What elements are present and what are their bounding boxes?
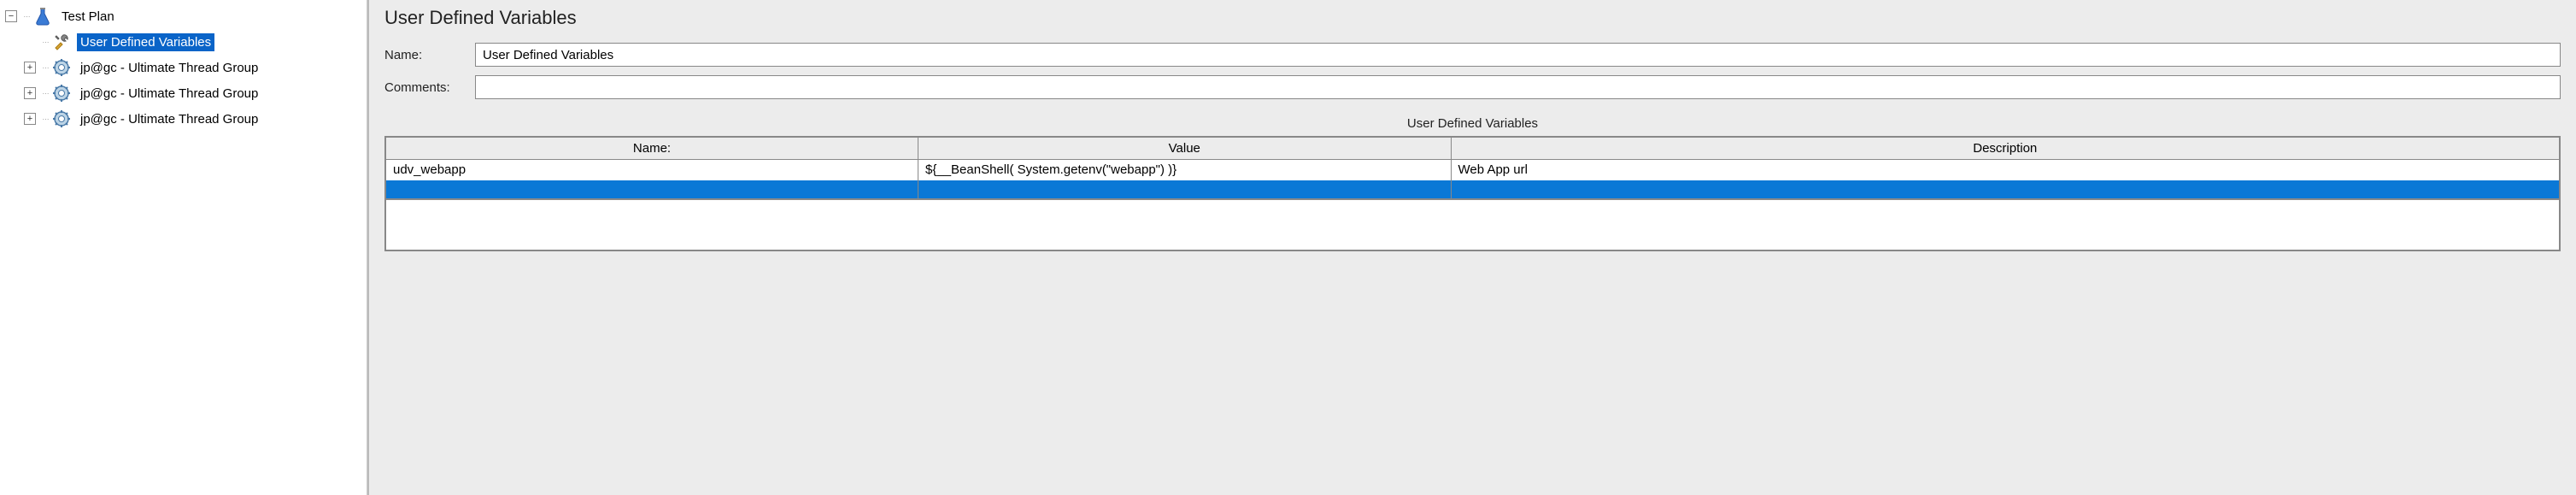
cell-name[interactable] bbox=[385, 180, 918, 199]
cell-value[interactable] bbox=[918, 180, 1452, 199]
comments-row: Comments: bbox=[384, 75, 2561, 99]
panel-title: User Defined Variables bbox=[384, 7, 2561, 29]
tree-root-test-plan[interactable]: − ⋯ Test Plan bbox=[0, 3, 367, 29]
expand-icon[interactable]: + bbox=[24, 87, 36, 99]
tree-connector: ⋯ bbox=[39, 90, 51, 97]
table-row[interactable]: udv_webapp ${__BeanShell( System.getenv(… bbox=[385, 160, 2560, 180]
name-input[interactable] bbox=[475, 43, 2561, 67]
col-header-description[interactable]: Description bbox=[1451, 137, 2560, 160]
name-row: Name: bbox=[384, 43, 2561, 67]
cell-description[interactable]: Web App url bbox=[1451, 160, 2560, 180]
cell-name[interactable]: udv_webapp bbox=[385, 160, 918, 180]
table-header-row: Name: Value Description bbox=[385, 137, 2560, 160]
tree-item-label: User Defined Variables bbox=[77, 33, 214, 51]
gear-icon bbox=[51, 83, 72, 103]
tree-connector: ⋯ bbox=[21, 13, 32, 21]
tree-item-threadgroup-1[interactable]: + ⋯ jp@gc - Ultimate Thread Group bbox=[0, 55, 367, 80]
tools-icon bbox=[51, 32, 72, 52]
tree-item-udv[interactable]: ⋯ User Defined Variables bbox=[0, 29, 367, 55]
tree-item-threadgroup-3[interactable]: + ⋯ jp@gc - Ultimate Thread Group bbox=[0, 106, 367, 132]
tree-item-label: jp@gc - Ultimate Thread Group bbox=[77, 59, 261, 77]
expand-icon[interactable]: + bbox=[24, 62, 36, 74]
tree-connector: ⋯ bbox=[39, 64, 51, 72]
table-empty-area[interactable] bbox=[384, 200, 2561, 251]
collapse-icon[interactable]: − bbox=[5, 10, 17, 22]
cell-description[interactable] bbox=[1451, 180, 2560, 199]
cell-value[interactable]: ${__BeanShell( System.getenv("webapp") )… bbox=[918, 160, 1452, 180]
tree-root-label: Test Plan bbox=[58, 8, 118, 26]
variables-table[interactable]: Name: Value Description udv_webapp ${__B… bbox=[384, 136, 2561, 200]
tree-item-label: jp@gc - Ultimate Thread Group bbox=[77, 85, 261, 103]
comments-input[interactable] bbox=[475, 75, 2561, 99]
col-header-value[interactable]: Value bbox=[918, 137, 1452, 160]
flask-icon bbox=[32, 6, 53, 27]
gear-icon bbox=[51, 57, 72, 78]
tree-item-threadgroup-2[interactable]: + ⋯ jp@gc - Ultimate Thread Group bbox=[0, 80, 367, 106]
table-row-selected-empty[interactable] bbox=[385, 180, 2560, 199]
name-label: Name: bbox=[384, 48, 466, 62]
comments-label: Comments: bbox=[384, 80, 466, 95]
main-panel: User Defined Variables Name: Comments: U… bbox=[367, 0, 2576, 495]
tree-spacer bbox=[24, 36, 36, 48]
expand-icon[interactable]: + bbox=[24, 113, 36, 125]
table-section-title: User Defined Variables bbox=[384, 116, 2561, 131]
tree-connector: ⋯ bbox=[39, 38, 51, 46]
tree-connector: ⋯ bbox=[39, 115, 51, 123]
tree-item-label: jp@gc - Ultimate Thread Group bbox=[77, 110, 261, 128]
col-header-name[interactable]: Name: bbox=[385, 137, 918, 160]
gear-icon bbox=[51, 109, 72, 129]
tree-panel: − ⋯ Test Plan ⋯ User Defined Variables +… bbox=[0, 0, 367, 495]
variables-table-section: User Defined Variables Name: Value Descr… bbox=[384, 116, 2561, 251]
